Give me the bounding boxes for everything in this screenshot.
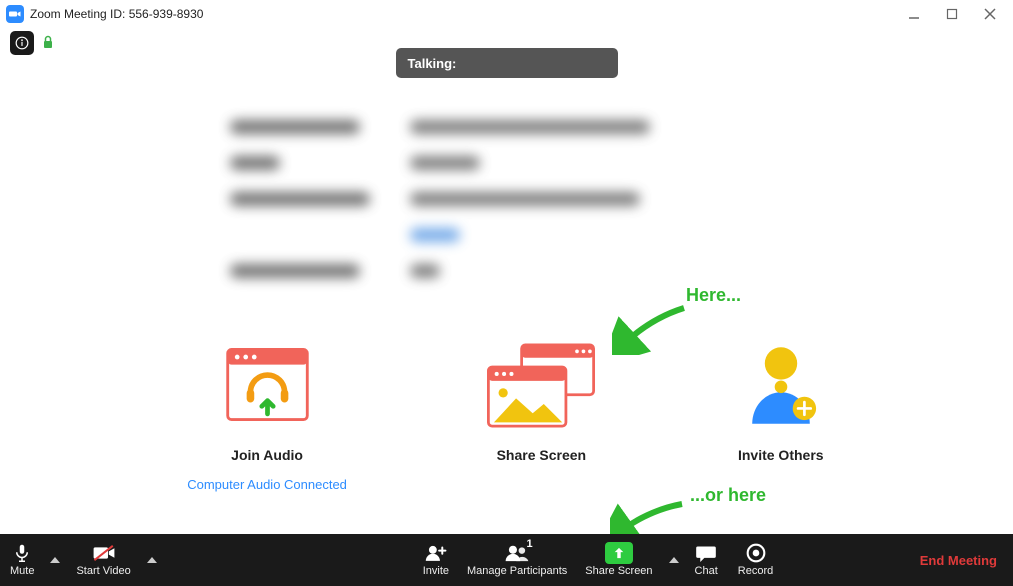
invite-button[interactable]: Invite [413, 534, 459, 586]
join-audio-card[interactable]: Join Audio Computer Audio Connected [187, 335, 347, 492]
end-meeting-button[interactable]: End Meeting [920, 553, 1013, 568]
window-controls [907, 7, 1007, 21]
mute-options-caret[interactable] [44, 534, 66, 586]
share-screen-toolbar-icon [605, 542, 633, 564]
meeting-info-redacted [230, 120, 670, 278]
toolbar-center-group: Invite 1 Manage Participants Share Scree… [413, 534, 784, 586]
mute-label: Mute [10, 565, 34, 577]
join-audio-icon [187, 335, 347, 435]
meeting-toolbar: Mute Start Video Invite 1 Manage Partici… [0, 534, 1013, 586]
join-audio-title: Join Audio [187, 447, 347, 463]
manage-participants-label: Manage Participants [467, 565, 567, 577]
window-title: Zoom Meeting ID: 556-939-8930 [30, 7, 203, 21]
chat-label: Chat [695, 565, 718, 577]
share-options-caret[interactable] [663, 534, 685, 586]
participants-count-badge: 1 [526, 538, 532, 550]
meeting-info-button[interactable] [10, 31, 34, 55]
chat-icon [695, 543, 717, 563]
toolbar-left-group: Mute Start Video [0, 534, 163, 586]
encryption-lock-icon [42, 35, 54, 52]
share-screen-label: Share Screen [585, 565, 652, 577]
invite-icon [425, 543, 447, 563]
share-screen-title: Share Screen [481, 447, 601, 463]
chat-button[interactable]: Chat [685, 534, 728, 586]
window-titlebar: Zoom Meeting ID: 556-939-8930 [0, 0, 1013, 28]
start-video-button[interactable]: Start Video [66, 534, 140, 586]
invite-others-icon [736, 335, 826, 435]
close-button[interactable] [983, 7, 997, 21]
record-icon [746, 543, 766, 563]
invite-others-card[interactable]: Invite Others [736, 335, 826, 492]
annotation-or-here: ...or here [690, 485, 766, 506]
maximize-button[interactable] [945, 7, 959, 21]
action-cards-row: Join Audio Computer Audio Connected Shar… [0, 335, 1013, 492]
start-video-label: Start Video [76, 565, 130, 577]
record-button[interactable]: Record [728, 534, 783, 586]
share-screen-button[interactable]: Share Screen [575, 534, 662, 586]
invite-others-title: Invite Others [736, 447, 826, 463]
minimize-button[interactable] [907, 7, 921, 21]
annotation-arrow-1 [612, 300, 692, 355]
annotation-arrow-2 [610, 498, 690, 538]
video-off-icon [92, 543, 116, 563]
share-screen-card[interactable]: Share Screen [481, 335, 601, 492]
zoom-logo-icon [6, 5, 24, 23]
video-options-caret[interactable] [141, 534, 163, 586]
talking-indicator: Talking: [396, 48, 618, 78]
talking-label: Talking: [408, 56, 457, 71]
annotation-here: Here... [686, 285, 741, 306]
record-label: Record [738, 565, 773, 577]
manage-participants-button[interactable]: 1 Manage Participants [459, 534, 575, 586]
microphone-icon [13, 543, 31, 563]
mute-button[interactable]: Mute [0, 534, 44, 586]
invite-label: Invite [423, 565, 449, 577]
share-screen-icon [481, 335, 601, 435]
join-audio-subtitle: Computer Audio Connected [187, 477, 347, 492]
